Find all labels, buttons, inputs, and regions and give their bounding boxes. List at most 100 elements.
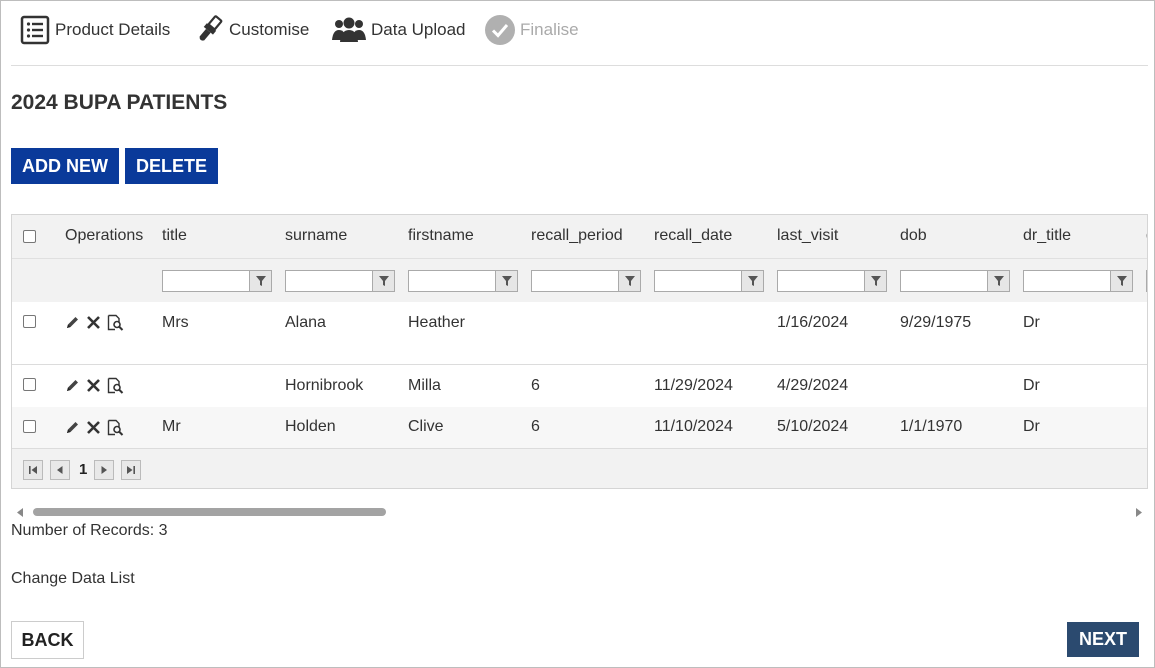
filter-input[interactable] [777, 270, 865, 292]
cell-recall-period: 6 [531, 418, 540, 435]
filter-icon[interactable] [619, 270, 641, 292]
filter-icon[interactable] [496, 270, 518, 292]
column-header-recall-period[interactable]: recall_period [531, 227, 623, 245]
filter-input[interactable] [408, 270, 496, 292]
filter-icon[interactable] [1111, 270, 1133, 292]
delete-button[interactable]: DELETE [125, 148, 219, 184]
filter-icon[interactable] [742, 270, 764, 292]
record-count: Number of Records: 3 [11, 522, 168, 539]
column-header-truncated[interactable]: d [1146, 227, 1147, 245]
cell-firstname: Clive [408, 418, 444, 435]
cell-title: Mr [162, 418, 181, 435]
step-label: Data Upload [371, 20, 466, 39]
next-page-button[interactable] [94, 460, 114, 480]
cell-recall-period: 6 [531, 377, 540, 394]
filter-dob[interactable] [900, 270, 1010, 292]
change-data-list-link[interactable]: Change Data List [11, 570, 135, 588]
cell-dob: 9/29/1975 [900, 314, 972, 331]
step-label: Finalise [520, 20, 579, 39]
cell-truncated: F [1146, 418, 1147, 436]
app-window: Product Details Customise Data Upload Fi… [0, 0, 1155, 668]
filter-input[interactable] [900, 270, 988, 292]
filter-last-visit[interactable] [777, 270, 887, 292]
filter-icon[interactable] [988, 270, 1010, 292]
scroll-right-arrow-icon[interactable] [1133, 506, 1143, 518]
delete-icon[interactable] [86, 315, 101, 335]
next-button[interactable]: NEXT [1067, 622, 1139, 657]
cell-surname: Alana [285, 314, 326, 331]
view-details-icon[interactable] [107, 377, 124, 399]
check-circle-icon [484, 14, 516, 46]
filter-input[interactable] [654, 270, 742, 292]
delete-icon[interactable] [86, 420, 101, 440]
column-header-firstname[interactable]: firstname [408, 227, 474, 245]
column-header-last-visit[interactable]: last_visit [777, 227, 838, 245]
table-row: Hornibrook Milla 6 11/29/2024 4/29/2024 … [12, 365, 1147, 407]
view-details-icon[interactable] [107, 419, 124, 441]
grid-header-row: Operations title surname firstname recal… [12, 215, 1147, 259]
filter-input[interactable] [285, 270, 373, 292]
scroll-left-arrow-icon[interactable] [15, 506, 25, 518]
cell-surname: Holden [285, 418, 336, 435]
filter-recall-period[interactable] [531, 270, 641, 292]
filter-icon[interactable] [865, 270, 887, 292]
step-label: Product Details [55, 20, 171, 39]
wizard-steps: Product Details Customise Data Upload Fi… [11, 1, 1148, 66]
step-customise[interactable]: Customise [193, 13, 309, 47]
row-checkbox[interactable] [23, 420, 36, 433]
cell-truncated: F [1146, 314, 1147, 332]
select-all-checkbox[interactable] [23, 230, 36, 243]
column-header-dr-title[interactable]: dr_title [1023, 227, 1071, 245]
filter-input[interactable] [531, 270, 619, 292]
step-data-upload[interactable]: Data Upload [331, 13, 466, 47]
column-header-title[interactable]: title [162, 227, 187, 245]
view-details-icon[interactable] [107, 314, 124, 336]
filter-firstname[interactable] [408, 270, 518, 292]
column-header-dob[interactable]: dob [900, 227, 927, 245]
edit-icon[interactable] [65, 315, 80, 335]
delete-icon[interactable] [86, 378, 101, 398]
cell-dob: 1/1/1970 [900, 418, 963, 435]
filter-surname[interactable] [285, 270, 395, 292]
row-operations [65, 377, 124, 399]
data-grid: Operations title surname firstname recal… [11, 214, 1148, 489]
add-new-button[interactable]: ADD NEW [11, 148, 119, 184]
filter-title[interactable] [162, 270, 272, 292]
first-page-button[interactable] [23, 460, 43, 480]
table-row: Mrs Alana Heather 1/16/2024 9/29/1975 Dr… [12, 302, 1147, 365]
step-product-details[interactable]: Product Details [19, 13, 170, 47]
cell-truncated: F [1146, 377, 1147, 395]
column-header-surname[interactable]: surname [285, 227, 347, 245]
prev-page-button[interactable] [50, 460, 70, 480]
page-title: 2024 BUPA PATIENTS [11, 91, 228, 114]
filter-icon[interactable] [373, 270, 395, 292]
grid-pager: 1 [12, 448, 1147, 488]
table-row: Mr Holden Clive 6 11/10/2024 5/10/2024 1… [12, 407, 1147, 448]
cell-firstname: Heather [408, 314, 465, 331]
column-header-recall-date[interactable]: recall_date [654, 227, 732, 245]
current-page-number[interactable]: 1 [79, 461, 87, 478]
filter-recall-date[interactable] [654, 270, 764, 292]
row-checkbox[interactable] [23, 315, 36, 328]
filter-dr-title[interactable] [1023, 270, 1133, 292]
filter-input[interactable] [162, 270, 250, 292]
row-checkbox[interactable] [23, 378, 36, 391]
row-operations [65, 419, 124, 441]
list-icon [19, 14, 51, 46]
last-page-button[interactable] [121, 460, 141, 480]
filter-icon[interactable] [250, 270, 272, 292]
cell-last-visit: 5/10/2024 [777, 418, 849, 435]
step-label: Customise [229, 20, 310, 39]
row-operations [65, 314, 124, 336]
edit-icon[interactable] [65, 378, 80, 398]
filter-input[interactable] [1146, 270, 1147, 292]
horizontal-scrollbar[interactable] [11, 503, 1148, 519]
filter-truncated[interactable] [1146, 270, 1147, 292]
cell-recall-date: 11/29/2024 [654, 377, 733, 394]
edit-icon[interactable] [65, 420, 80, 440]
filter-input[interactable] [1023, 270, 1111, 292]
column-header-operations: Operations [65, 227, 144, 244]
back-button[interactable]: BACK [11, 621, 84, 659]
cell-dr-title: Dr [1023, 377, 1040, 394]
scrollbar-thumb[interactable] [33, 508, 386, 516]
